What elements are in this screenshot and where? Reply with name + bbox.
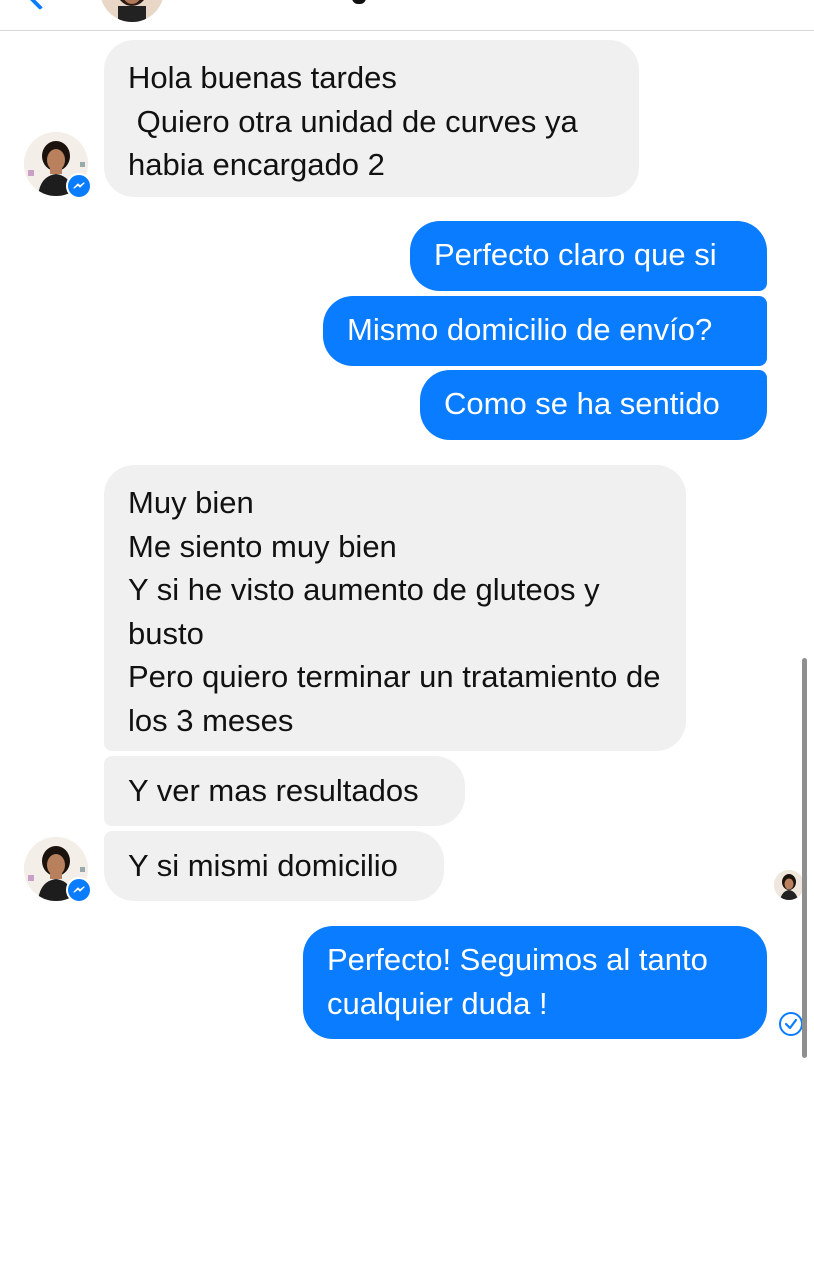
contact-name-fragment [352,0,366,4]
messenger-badge-icon [66,877,92,903]
seen-avatar-icon [774,870,804,900]
chat-header [0,0,814,31]
incoming-message-bubble[interactable]: Hola buenas tardes Quiero otra unidad de… [104,40,639,197]
incoming-message-bubble[interactable]: Y si mismi domicilio [104,831,444,901]
contact-avatar-icon[interactable] [100,0,164,22]
incoming-message-bubble[interactable]: Muy bien Me siento muy bien Y si he vist… [104,465,686,751]
outgoing-message-bubble[interactable]: Perfecto! Seguimos al tanto cualquier du… [303,926,767,1039]
incoming-message-bubble[interactable]: Y ver mas resultados [104,756,465,826]
messenger-badge-icon [66,173,92,199]
delivered-check-icon [779,1012,803,1036]
outgoing-message-bubble[interactable]: Como se ha sentido [420,370,767,440]
outgoing-message-bubble[interactable]: Perfecto claro que si [410,221,767,291]
scrollbar[interactable] [802,658,807,1058]
chevron-left-icon[interactable] [25,0,55,11]
outgoing-message-bubble[interactable]: Mismo domicilio de envío? [323,296,767,366]
